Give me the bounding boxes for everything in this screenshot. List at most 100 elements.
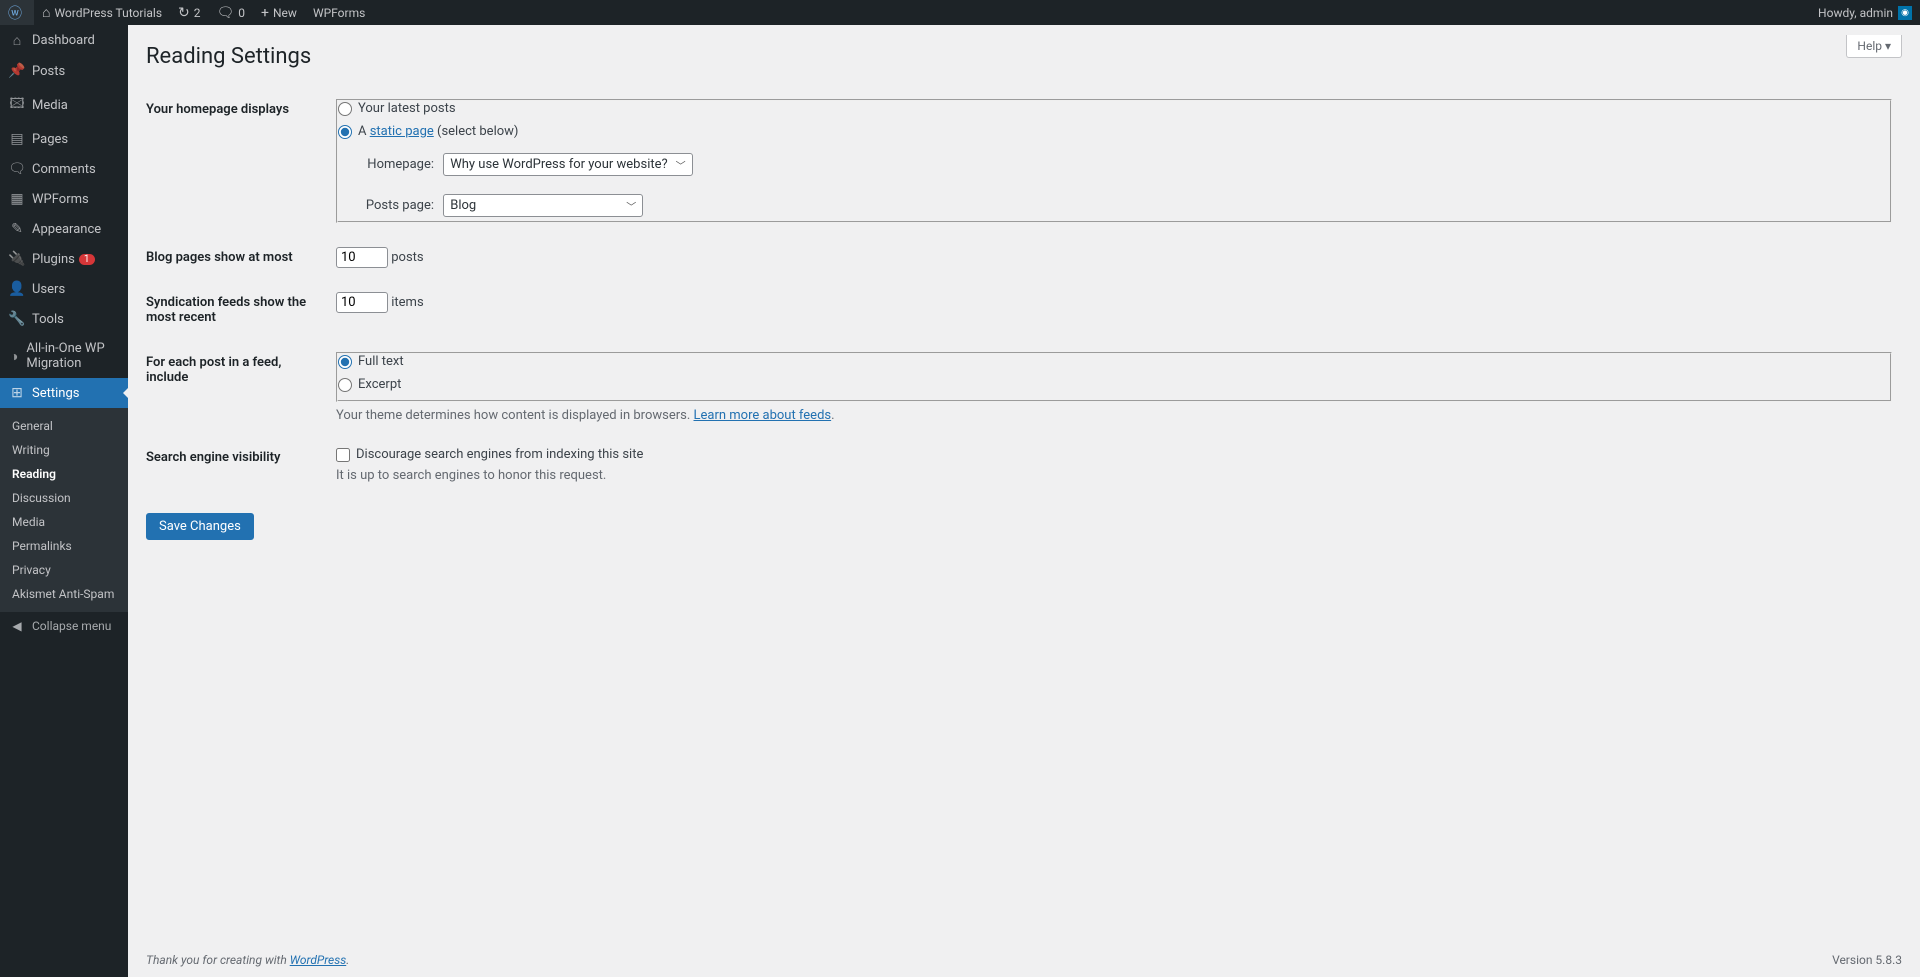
submenu-item-akismet-anti-spam[interactable]: Akismet Anti-Spam: [0, 582, 128, 606]
sidebar-item-dashboard[interactable]: ⌂ Dashboard: [0, 25, 128, 56]
homepage-select[interactable]: Why use WordPress for your website?﹀: [443, 153, 692, 176]
plus-icon: +: [261, 5, 269, 21]
sidebar-item-media[interactable]: 🖾 Media: [0, 86, 128, 124]
wpforms-label: WPForms: [313, 6, 365, 20]
sidebar-item-label: Dashboard: [32, 33, 95, 48]
sidebar-item-wpforms[interactable]: ▦WPForms: [0, 184, 128, 214]
sidebar-item-appearance[interactable]: ✎ Appearance: [0, 214, 128, 244]
appearance-icon: ✎: [8, 221, 26, 237]
site-name: WordPress Tutorials: [54, 6, 162, 20]
submenu-item-media[interactable]: Media: [0, 510, 128, 534]
wp-logo-menu[interactable]: ⓦ: [0, 0, 34, 25]
posts-per-page-input[interactable]: [336, 247, 388, 268]
sidebar-item-label: Posts: [32, 64, 65, 79]
users-icon: 👤: [8, 281, 26, 297]
radio-static-page-input[interactable]: [338, 125, 352, 139]
account-menu[interactable]: Howdy, admin ◉: [1810, 0, 1920, 25]
dashboard-icon: ⌂: [8, 32, 26, 49]
submenu-item-permalinks[interactable]: Permalinks: [0, 534, 128, 558]
sidebar-item-label: Appearance: [32, 222, 101, 237]
row-label-homepage: Your homepage displays: [146, 87, 326, 235]
homepage-select-label: Homepage:: [354, 157, 434, 172]
radio-excerpt-input[interactable]: [338, 378, 352, 392]
checkbox-discourage-input[interactable]: [336, 448, 350, 462]
sidebar-item-comments[interactable]: 🗨 Comments: [0, 154, 128, 184]
sidebar-item-posts[interactable]: 📌 Posts: [0, 56, 128, 86]
postspage-select[interactable]: Blog﹀: [443, 194, 643, 217]
sidebar-item-all-in-one-wp-migration[interactable]: ◑ All-in-One WP Migration: [0, 334, 128, 378]
admin-sidebar: ⌂ Dashboard 📌 Posts 🖾 Media ▤ Pages 🗨 Comments ▦WP…: [0, 25, 128, 977]
sidebar-item-label: WPForms: [32, 192, 89, 207]
comment-icon: 🗨: [217, 5, 235, 21]
sidebar-item-label: Settings: [32, 386, 79, 401]
settings-form: Your homepage displays Your latest posts…: [146, 87, 1902, 495]
sidebar-item-settings[interactable]: ⊞Settings: [0, 378, 128, 408]
comments-icon: 🗨: [8, 161, 26, 177]
submenu-item-privacy[interactable]: Privacy: [0, 558, 128, 582]
comments-count: 0: [238, 6, 245, 20]
sidebar-item-label: All-in-One WP Migration: [26, 341, 120, 371]
wpforms-menu[interactable]: WPForms: [305, 0, 373, 25]
home-icon: ⌂: [42, 4, 50, 21]
update-badge: 1: [79, 254, 95, 265]
collapse-menu[interactable]: ◀Collapse menu: [0, 612, 128, 640]
row-label-search-visibility: Search engine visibility: [146, 435, 326, 495]
radio-latest-posts-input[interactable]: [338, 102, 352, 116]
posts-icon: 📌: [8, 63, 26, 79]
sidebar-item-label: Users: [32, 282, 65, 297]
row-label-feed-items: Syndication feeds show the most recent: [146, 280, 326, 340]
collapse-icon: ◀: [8, 619, 26, 633]
admin-footer: Thank you for creating with WordPress. V…: [128, 943, 1920, 977]
all-in-one-wp-migration-icon: ◑: [8, 348, 20, 365]
content-area: Help ▾ Reading Settings Your homepage di…: [128, 0, 1920, 977]
feed-include-fieldset: Full text Excerpt: [336, 352, 1892, 402]
radio-full-text[interactable]: Full text: [338, 354, 1890, 369]
sidebar-item-label: Pages: [32, 132, 68, 147]
comments-menu[interactable]: 🗨0: [209, 0, 254, 25]
sidebar-item-tools[interactable]: 🔧 Tools: [0, 304, 128, 334]
sidebar-item-plugins[interactable]: 🔌 Plugins 1: [0, 244, 128, 274]
sidebar-item-label: Comments: [32, 162, 96, 177]
submenu-item-writing[interactable]: Writing: [0, 438, 128, 462]
version-text: Version 5.8.3: [1832, 953, 1902, 967]
posts-suffix: posts: [391, 250, 423, 265]
wordpress-link[interactable]: WordPress: [290, 953, 347, 967]
tools-icon: 🔧: [8, 311, 26, 327]
checkbox-discourage[interactable]: Discourage search engines from indexing …: [336, 447, 643, 462]
settings-submenu: GeneralWritingReadingDiscussionMediaPerm…: [0, 408, 128, 612]
search-description: It is up to search engines to honor this…: [336, 468, 1892, 483]
site-name-menu[interactable]: ⌂ WordPress Tutorials: [34, 0, 170, 25]
radio-latest-posts[interactable]: Your latest posts: [338, 101, 1890, 116]
updates-menu[interactable]: ↻2: [170, 0, 208, 25]
media-icon: 🖾: [8, 93, 26, 117]
feed-description: Your theme determines how content is dis…: [336, 408, 1892, 423]
sidebar-item-pages[interactable]: ▤ Pages: [0, 124, 128, 154]
chevron-down-icon: ﹀: [626, 198, 636, 213]
sidebar-item-label: Media: [32, 98, 68, 113]
homepage-displays-fieldset: Your latest posts A static page (select …: [336, 99, 1892, 223]
static-page-link[interactable]: static page: [370, 124, 434, 139]
submenu-item-discussion[interactable]: Discussion: [0, 486, 128, 510]
sidebar-item-label: Plugins: [32, 252, 75, 267]
updates-count: 2: [194, 6, 201, 20]
sidebar-item-users[interactable]: 👤 Users: [0, 274, 128, 304]
radio-static-page[interactable]: A static page (select below): [338, 124, 1890, 139]
feed-items-input[interactable]: [336, 292, 388, 313]
save-changes-button[interactable]: Save Changes: [146, 513, 254, 540]
learn-feeds-link[interactable]: Learn more about feeds: [694, 408, 832, 423]
radio-full-text-input[interactable]: [338, 355, 352, 369]
admin-bar: ⓦ ⌂ WordPress Tutorials ↻2 🗨0 +New WPForm…: [0, 0, 1920, 25]
radio-excerpt[interactable]: Excerpt: [338, 377, 1890, 392]
plugins-icon: 🔌: [8, 251, 26, 267]
help-tab[interactable]: Help ▾: [1846, 35, 1902, 58]
wordpress-icon: ⓦ: [8, 3, 22, 23]
avatar-icon: ◉: [1898, 6, 1912, 20]
sidebar-item-label: Tools: [32, 312, 64, 327]
chevron-down-icon: ﹀: [676, 157, 686, 172]
new-content-menu[interactable]: +New: [253, 0, 305, 25]
howdy-text: Howdy, admin: [1818, 6, 1893, 20]
pages-icon: ▤: [8, 131, 26, 147]
items-suffix: items: [391, 295, 423, 310]
submenu-item-reading[interactable]: Reading: [0, 462, 128, 486]
submenu-item-general[interactable]: General: [0, 414, 128, 438]
